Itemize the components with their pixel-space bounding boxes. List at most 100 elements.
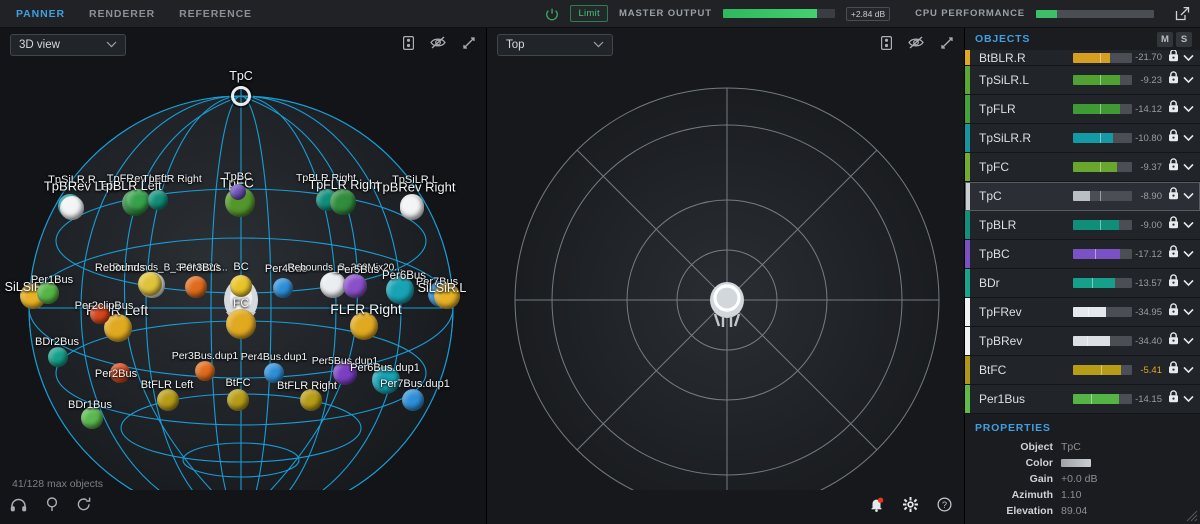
lock-icon[interactable]	[1168, 390, 1179, 408]
lock-icon[interactable]	[1168, 361, 1179, 379]
scene-object-dot[interactable]	[264, 363, 284, 383]
popout-icon[interactable]	[1175, 6, 1190, 21]
object-gain-slider[interactable]	[1073, 162, 1132, 172]
view-top-mode-select[interactable]: Top	[497, 34, 613, 56]
tab-renderer[interactable]: RENDERER	[89, 8, 155, 20]
object-gain-slider[interactable]	[1073, 220, 1132, 230]
chevron-down-icon[interactable]	[1183, 390, 1194, 408]
help-icon[interactable]: ?	[937, 497, 952, 517]
scene-object-dot[interactable]	[231, 86, 251, 106]
tab-reference[interactable]: REFERENCE	[179, 8, 252, 20]
hide-labels-icon[interactable]	[908, 36, 924, 54]
chevron-down-icon[interactable]	[1183, 361, 1194, 379]
fullscreen-icon[interactable]	[462, 36, 476, 55]
object-row[interactable]: BDr -13.57	[965, 269, 1200, 298]
object-row[interactable]: TpFRev -34.95	[965, 298, 1200, 327]
object-row[interactable]: BtBLR.R -21.70	[965, 50, 1200, 66]
scene-object-dot[interactable]	[230, 184, 246, 200]
meter-icon[interactable]	[403, 35, 415, 55]
scene-object-dot[interactable]	[138, 272, 162, 296]
scene-object-dot[interactable]	[330, 189, 356, 215]
lock-icon[interactable]	[1168, 71, 1179, 89]
chevron-down-icon[interactable]	[1183, 158, 1194, 176]
tab-panner[interactable]: PANNER	[16, 8, 65, 20]
lock-icon[interactable]	[1168, 158, 1179, 176]
object-gain-slider[interactable]	[1073, 278, 1132, 288]
object-gain-slider[interactable]	[1073, 191, 1132, 201]
scene-object-dot[interactable]	[300, 389, 322, 411]
object-row[interactable]: TpC -8.90	[965, 182, 1200, 211]
resize-grip[interactable]	[1184, 508, 1198, 522]
view-3d[interactable]: 3D view TpC TpSiLR.R TpBRev Left TpFRev …	[0, 28, 487, 524]
object-gain-slider[interactable]	[1073, 307, 1132, 317]
scene-object-dot[interactable]	[195, 361, 215, 381]
chevron-down-icon[interactable]	[1183, 129, 1194, 147]
lock-icon[interactable]	[1168, 50, 1179, 65]
scene-object-dot[interactable]	[157, 389, 179, 411]
fullscreen-icon[interactable]	[940, 36, 954, 55]
pin-icon[interactable]	[46, 497, 58, 517]
scene-object-dot[interactable]	[350, 312, 378, 340]
chevron-down-icon[interactable]	[1183, 303, 1194, 321]
lock-icon[interactable]	[1168, 245, 1179, 263]
chevron-down-icon[interactable]	[1183, 187, 1194, 205]
lock-icon[interactable]	[1168, 216, 1179, 234]
power-icon[interactable]	[545, 7, 559, 21]
object-row[interactable]: TpBLR -9.00	[965, 211, 1200, 240]
reset-icon[interactable]	[77, 497, 91, 517]
lock-icon[interactable]	[1168, 332, 1179, 350]
lock-icon[interactable]	[1168, 187, 1179, 205]
scene-object-dot[interactable]	[48, 347, 68, 367]
scene-object-dot[interactable]	[230, 275, 252, 297]
scene-object-dot[interactable]	[81, 407, 103, 429]
chevron-down-icon[interactable]	[1183, 50, 1194, 65]
headphones-icon[interactable]	[10, 498, 27, 517]
meter-icon[interactable]	[881, 35, 893, 55]
scene-object-dot[interactable]	[185, 276, 207, 298]
object-gain-slider[interactable]	[1073, 365, 1132, 375]
notification-bell-icon[interactable]	[869, 497, 884, 517]
chevron-down-icon[interactable]	[1183, 332, 1194, 350]
chevron-down-icon[interactable]	[1183, 245, 1194, 263]
chevron-down-icon[interactable]	[1183, 216, 1194, 234]
scene-object-dot[interactable]	[386, 276, 414, 304]
object-gain-slider[interactable]	[1073, 394, 1132, 404]
scene-object-dot[interactable]	[37, 282, 59, 304]
lock-icon[interactable]	[1168, 274, 1179, 292]
object-gain-slider[interactable]	[1073, 104, 1132, 114]
scene-object-dot[interactable]	[90, 304, 110, 324]
object-row[interactable]: TpFLR -14.12	[965, 95, 1200, 124]
object-row[interactable]: TpSiLR.R -10.80	[965, 124, 1200, 153]
solo-all-button[interactable]: S	[1176, 31, 1192, 47]
scene-object-dot[interactable]	[273, 278, 293, 298]
objects-list[interactable]: BtBLR.R -21.70 TpSiLR.L -9.23 TpFLR -14.12 TpS…	[965, 50, 1200, 414]
scene-object-dot[interactable]	[372, 366, 400, 394]
object-row[interactable]: TpFC -9.37	[965, 153, 1200, 182]
object-gain-slider[interactable]	[1073, 75, 1132, 85]
scene-object-dot[interactable]	[126, 189, 150, 213]
chevron-down-icon[interactable]	[1183, 71, 1194, 89]
object-row[interactable]: TpBC -17.12	[965, 240, 1200, 269]
chevron-down-icon[interactable]	[1183, 274, 1194, 292]
scene-object-dot[interactable]	[434, 283, 460, 309]
hide-labels-icon[interactable]	[430, 36, 446, 54]
master-output-meter[interactable]	[722, 9, 835, 18]
settings-gear-icon[interactable]	[903, 497, 918, 517]
object-row[interactable]: TpBRev -34.40	[965, 327, 1200, 356]
chevron-down-icon[interactable]	[1183, 100, 1194, 118]
scene-object-dot[interactable]	[110, 363, 130, 383]
object-gain-slider[interactable]	[1073, 249, 1132, 259]
lock-icon[interactable]	[1168, 100, 1179, 118]
scene-object-dot[interactable]	[333, 361, 357, 385]
object-gain-slider[interactable]	[1073, 133, 1132, 143]
object-gain-slider[interactable]	[1073, 336, 1132, 346]
scene-object-dot[interactable]	[60, 196, 84, 220]
scene-object-dot[interactable]	[400, 196, 424, 220]
scene-object-dot[interactable]	[227, 389, 249, 411]
object-row[interactable]: TpSiLR.L -9.23	[965, 66, 1200, 95]
lock-icon[interactable]	[1168, 303, 1179, 321]
object-gain-slider[interactable]	[1073, 52, 1132, 63]
mute-all-button[interactable]: M	[1157, 31, 1173, 47]
limit-button[interactable]: Limit	[570, 5, 608, 22]
view-3d-mode-select[interactable]: 3D view	[10, 34, 126, 56]
